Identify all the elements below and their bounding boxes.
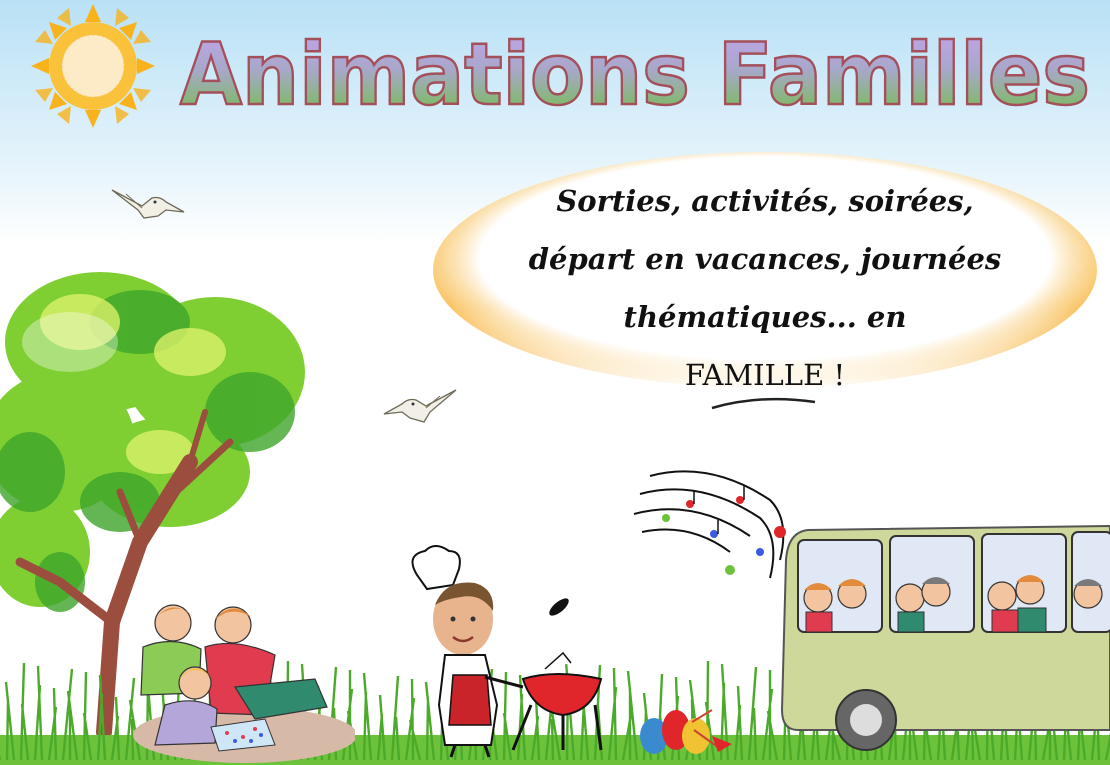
easter-eggs-icon xyxy=(640,709,732,754)
bubble-text: Sorties, activités, soirées, départ en v… xyxy=(520,172,1010,404)
dove-icon xyxy=(383,389,457,423)
bubble-line-1: Sorties, activités, soirées, xyxy=(556,184,974,218)
picnic-family xyxy=(133,604,355,763)
bubble-line-4: FAMILLE ! xyxy=(684,358,846,392)
page-title: Animations Familles xyxy=(179,24,1092,127)
bubble-line-3: thématiques... en xyxy=(623,300,907,334)
bubble-line-2: départ en vacances, journées xyxy=(528,242,1002,276)
sun-icon xyxy=(31,4,155,128)
svg-text:Animations Familles: Animations Familles xyxy=(180,25,1090,125)
barbecue-icon xyxy=(411,545,603,758)
bus-icon xyxy=(780,524,1110,751)
dove-icon xyxy=(111,189,185,219)
